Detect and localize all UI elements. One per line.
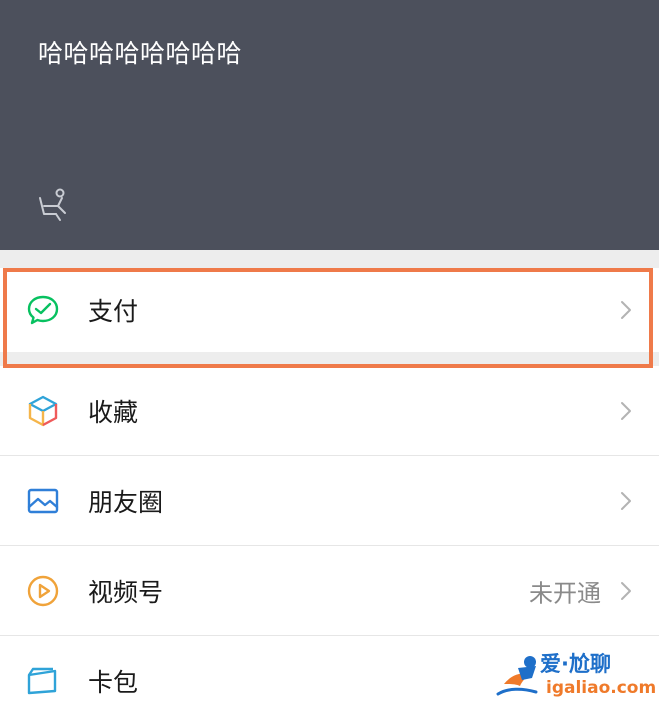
watermark-site: igaliao.com xyxy=(546,678,657,698)
profile-header[interactable]: 哈哈哈哈哈哈哈哈 xyxy=(0,0,659,250)
menu-item-label: 卡包 xyxy=(88,668,139,697)
favorites-cube-icon xyxy=(28,395,58,426)
channels-status: 未开通 xyxy=(529,579,601,607)
menu-item-channels[interactable]: 视频号 未开通 xyxy=(0,546,659,636)
pay-icon xyxy=(27,295,59,325)
chevron-right-icon xyxy=(621,581,631,600)
chevron-right-icon xyxy=(621,301,631,319)
menu-item-label: 支付 xyxy=(88,297,139,326)
status-icon[interactable] xyxy=(34,186,72,224)
chevron-right-icon xyxy=(621,491,631,510)
menu-item-label: 收藏 xyxy=(88,397,139,427)
menu-item-favorites[interactable]: 收藏 xyxy=(0,366,659,456)
moments-picture-icon xyxy=(27,488,59,513)
section-gap xyxy=(0,250,659,268)
card-wallet-icon xyxy=(27,667,57,695)
wechat-me-page: 哈哈哈哈哈哈哈哈 支付 收藏 朋友圈 视频号 未开通 卡包 爱·尬聊 igali… xyxy=(0,0,659,715)
chevron-right-icon xyxy=(621,401,631,420)
menu-item-moments[interactable]: 朋友圈 xyxy=(0,456,659,546)
menu-item-pay[interactable]: 支付 xyxy=(0,268,659,352)
user-nickname: 哈哈哈哈哈哈哈哈 xyxy=(38,39,243,68)
channels-play-icon xyxy=(27,575,59,606)
menu-item-label: 视频号 xyxy=(88,577,164,607)
section-gap xyxy=(0,352,659,366)
watermark-title: 爱·尬聊 xyxy=(540,652,611,676)
menu-item-label: 朋友圈 xyxy=(88,487,164,517)
